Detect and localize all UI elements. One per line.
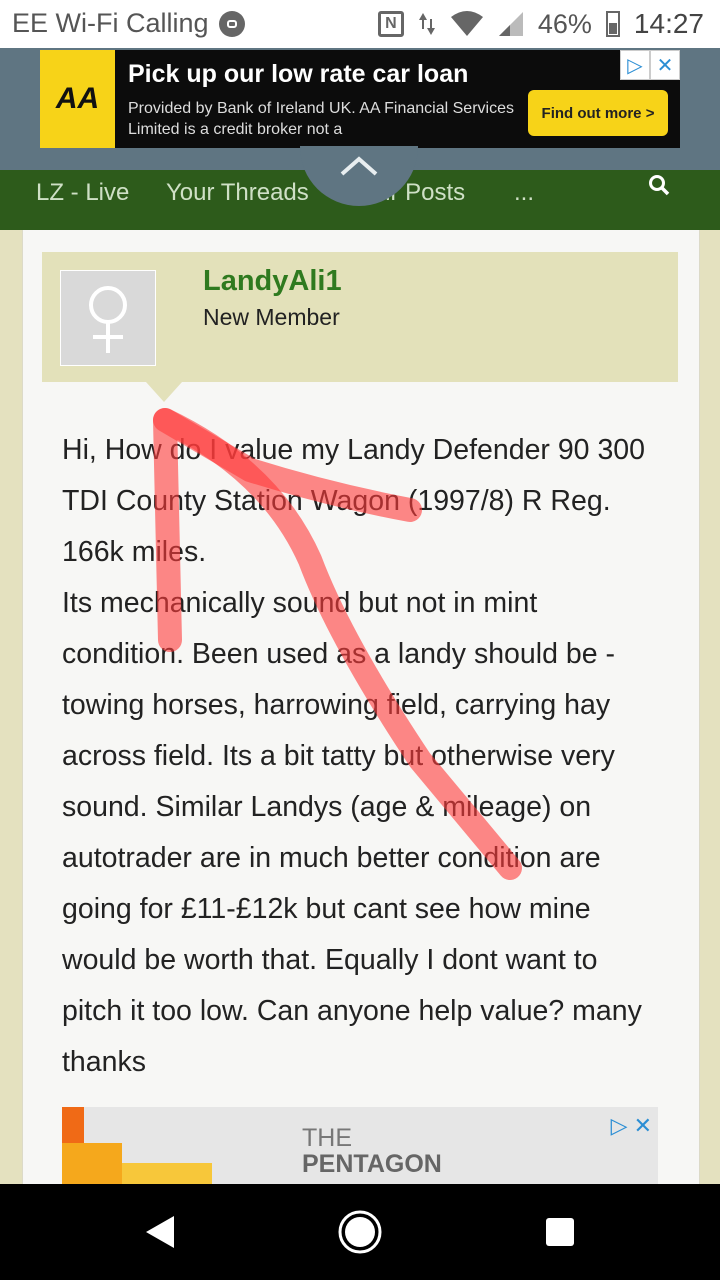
back-button[interactable] [100,1184,220,1280]
user-role: New Member [203,304,340,330]
bottom-ad[interactable]: THE PENTAGON ▷ ✕ [62,1107,658,1187]
battery-icon [605,11,620,37]
carrier-label: EE Wi-Fi Calling [12,8,209,38]
home-icon [338,1210,382,1254]
clock: 14:27 [633,8,704,39]
search-icon[interactable] [648,174,670,196]
nfc-icon: N [377,11,404,37]
recents-icon [546,1218,574,1246]
home-button[interactable] [300,1184,420,1280]
bottom-ad-line1: THE [302,1124,352,1152]
data-arrows-icon [418,13,435,35]
nav-item-lz-live[interactable]: LZ - Live [36,179,129,207]
ad-cta-button[interactable]: Find out more > [528,90,668,136]
adchoices-icon[interactable]: ▷ [611,1113,628,1139]
nav-item-your-threads[interactable]: Your Threads [166,179,309,207]
post-paragraph: Hi, How do I value my Landy Defender 90 … [62,434,645,568]
post-body: Hi, How do I value my Landy Defender 90 … [62,425,662,1088]
close-icon[interactable]: ✕ [650,50,680,80]
female-symbol-icon [89,286,127,353]
author-pointer [146,382,182,402]
status-left: EE Wi-Fi Calling [12,8,245,39]
wifi-calling-icon [218,10,245,37]
recents-button[interactable] [500,1184,620,1280]
status-bar: EE Wi-Fi Calling N 46% 14:27 [0,0,720,48]
ad-graphic-amber [62,1143,122,1187]
ad-banner[interactable]: AA Pick up our low rate car loan Provide… [40,50,680,148]
back-icon [146,1216,174,1248]
adchoices-icon[interactable]: ▷ [620,50,650,80]
android-nav-bar [0,1184,720,1280]
username-link[interactable]: LandyAli1 [203,265,342,298]
bottom-ad-text: THE PENTAGON [302,1125,442,1177]
nav-item-more[interactable]: ... [514,179,534,207]
bottom-ad-choices: ▷ ✕ [611,1113,652,1139]
post-paragraph: Its mechanically sound but not in mint c… [62,587,642,1078]
aa-logo: AA [40,50,115,148]
avatar[interactable] [60,270,156,366]
battery-percent: 46% [537,8,592,39]
chevron-up-icon [340,156,378,176]
wifi-icon [450,11,483,36]
ad-graphic-orange [62,1107,84,1143]
signal-icon [498,12,523,36]
bottom-ad-line2: PENTAGON [302,1150,442,1178]
status-right: N 46% 14:27 [377,8,704,40]
ad-headline: Pick up our low rate car loan [128,60,469,88]
close-icon[interactable]: ✕ [634,1113,652,1139]
ad-choices: ▷ ✕ [620,50,680,80]
ad-subtext: Provided by Bank of Ireland UK. AA Finan… [128,100,514,138]
